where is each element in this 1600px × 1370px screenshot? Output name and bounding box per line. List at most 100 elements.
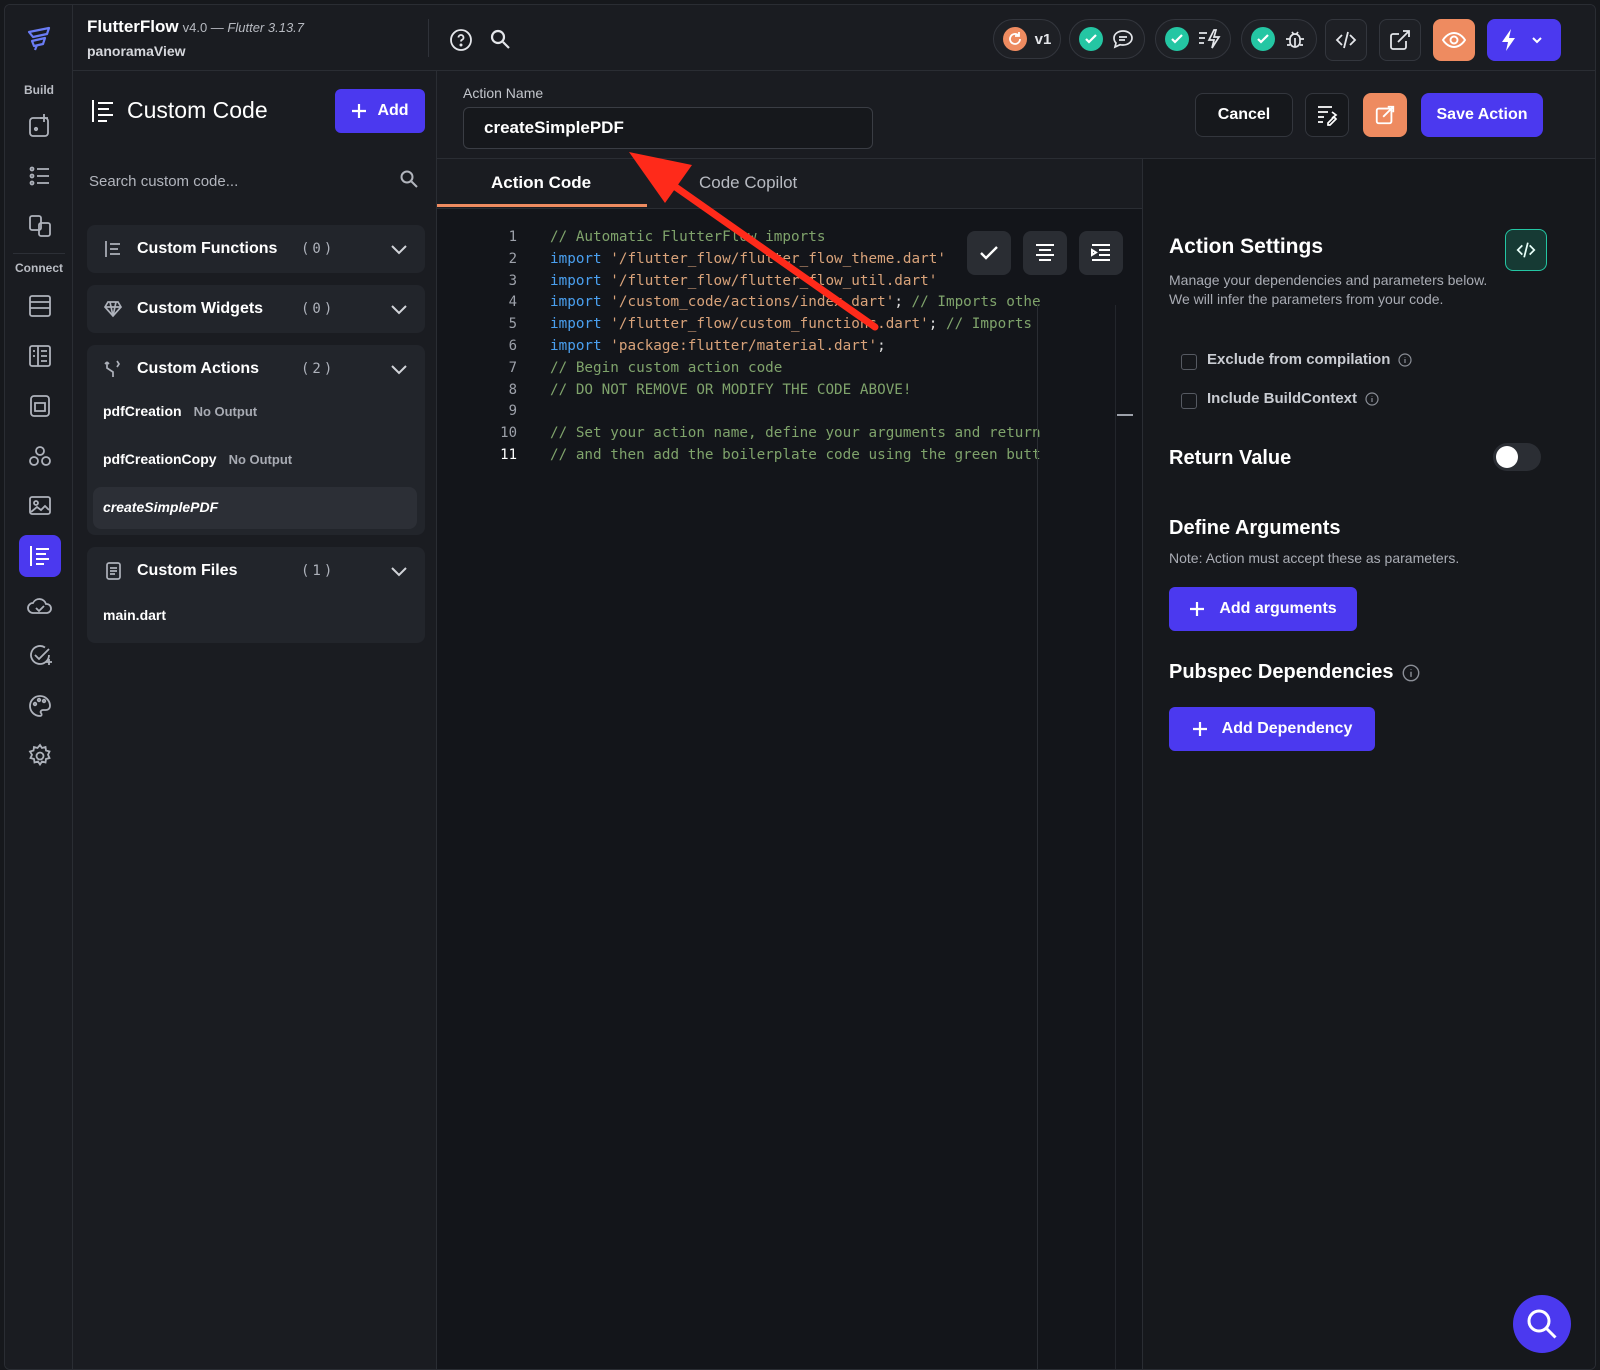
settings-gear-icon[interactable] [19,735,61,777]
search-icon[interactable] [489,28,511,50]
chevron-down-icon[interactable] [389,359,409,379]
custom-widgets-header[interactable]: Custom Widgets (0) [87,285,425,333]
cancel-button[interactable]: Cancel [1195,93,1293,137]
code-line: // and then add the boilerplate code usi… [550,447,1040,463]
test-mode-button[interactable] [1487,19,1561,61]
custom-actions-group: Custom Actions (2) pdfCreation No Output… [87,345,425,535]
action-item-pdfcreationcopy[interactable]: pdfCreationCopy No Output [103,451,292,467]
help-icon[interactable] [449,28,473,52]
action-name: pdfCreation [103,403,182,419]
code-token: '/flutter_flow/flutter_flow_theme.dart' [610,250,946,267]
action-name: createSimplePDF [103,499,219,515]
file-item-main-dart[interactable]: main.dart [103,607,166,623]
tab-action-code[interactable]: Action Code [491,173,591,193]
search-custom-code-input[interactable]: Search custom code... [89,173,238,190]
code-token: ; [877,338,886,354]
app-name: FlutterFlow [87,17,179,36]
code-token: import [550,250,611,267]
code-token: ; [894,294,912,311]
code-line: // DO NOT REMOVE OR MODIFY THE CODE ABOV… [550,382,1040,398]
functions-icon [103,239,123,259]
comments-button[interactable] [1069,19,1145,59]
save-action-button[interactable]: Save Action [1421,93,1543,137]
code-token: ; [928,316,946,333]
preview-button[interactable] [1433,19,1475,61]
arguments-note: Note: Action must accept these as parame… [1169,550,1460,566]
theme-icon[interactable] [19,685,61,727]
app-values-icon[interactable] [19,335,61,377]
custom-functions-group[interactable]: Custom Functions (0) [87,225,425,273]
api-calls-icon[interactable] [19,385,61,427]
action-output: No Output [193,404,258,419]
chevron-down-icon[interactable] [389,299,409,319]
media-assets-icon[interactable] [19,485,61,527]
version-button[interactable]: v1 [993,19,1061,59]
open-in-editor-button[interactable] [1363,93,1407,137]
group-count: (0) [301,241,336,257]
code-line: import '/flutter_flow/custom_functions.d… [550,316,1040,332]
add-dependency-button[interactable]: Add Dependency [1169,707,1375,751]
check-icon [1165,27,1189,51]
exclude-compilation-label: Exclude from compilation [1207,351,1412,368]
exclude-compilation-checkbox[interactable] [1181,354,1197,370]
custom-files-group: Custom Files (1) main.dart [87,547,425,643]
code-token: '/flutter_flow/custom_functions.dart' [610,316,929,333]
code-token: import [550,272,611,289]
cloud-functions-icon[interactable] [19,585,61,627]
rail-connect-label: Connect [15,261,63,275]
open-external-button[interactable] [1379,19,1421,61]
tests-icon[interactable] [19,635,61,677]
align-code-button[interactable] [1023,231,1067,275]
storyboard-icon[interactable] [19,205,61,247]
group-count: (2) [301,361,336,377]
code-line: // Set your action name, define your arg… [550,425,1040,441]
flutterflow-logo-icon[interactable] [18,19,60,61]
indent-icon [1091,244,1110,261]
action-item-pdfcreation[interactable]: pdfCreation No Output [103,403,257,419]
align-center-icon [1036,244,1054,261]
code-editor[interactable]: 1 // Automatic FlutterFlow imports 2 import… [437,209,1142,1369]
data-schema-icon[interactable] [19,285,61,327]
indent-code-button[interactable] [1079,231,1123,275]
compile-check-button[interactable] [967,231,1011,275]
line-number: 3 [508,272,517,289]
code-token: '/custom_code/actions/index.dart' [610,294,895,311]
project-name[interactable]: panoramaView [87,43,186,59]
code-line: import '/flutter_flow/flutter_flow_util.… [550,273,1040,289]
chevron-down-icon[interactable] [389,561,409,581]
editor-tabs: Action Code Code Copilot [437,159,1142,209]
return-value-toggle[interactable] [1493,443,1541,471]
code-token: import [550,316,611,333]
search-icon[interactable] [399,169,419,189]
code-icon [1335,31,1357,49]
integrations-icon[interactable] [19,435,61,477]
generate-boilerplate-button[interactable] [1505,229,1547,271]
exclude-label-text: Exclude from compilation [1207,351,1391,368]
debug-button[interactable] [1241,19,1317,59]
custom-actions-header[interactable]: Custom Actions (2) [87,345,425,393]
custom-files-header[interactable]: Custom Files (1) [87,547,425,595]
add-widget-icon[interactable] [19,105,61,147]
custom-code-icon[interactable] [19,535,61,577]
view-code-button[interactable] [1325,19,1367,61]
custom-widgets-group[interactable]: Custom Widgets (0) [87,285,425,333]
chevron-down-icon[interactable] [389,239,409,259]
widget-tree-icon[interactable] [19,155,61,197]
format-icon [1318,106,1338,126]
line-number: 11 [500,447,517,463]
run-button[interactable] [1155,19,1231,59]
floating-search-button[interactable] [1513,1295,1571,1353]
format-code-button[interactable] [1305,93,1349,137]
include-buildcontext-checkbox[interactable] [1181,393,1197,409]
tab-code-copilot[interactable]: Code Copilot [699,173,797,193]
group-label: Custom Widgets [137,300,264,317]
editor-guide-line [1037,305,1038,1369]
external-link-icon [1390,30,1410,50]
custom-functions-header[interactable]: Custom Functions (0) [87,225,425,273]
info-icon [1402,664,1419,681]
action-item-createsimplepdf[interactable]: createSimplePDF [93,487,417,529]
code-line: import '/custom_code/actions/index.dart'… [550,294,1040,310]
add-arguments-button[interactable]: Add arguments [1169,587,1357,631]
action-name-input[interactable] [463,107,873,149]
add-custom-code-button[interactable]: Add [335,89,425,133]
